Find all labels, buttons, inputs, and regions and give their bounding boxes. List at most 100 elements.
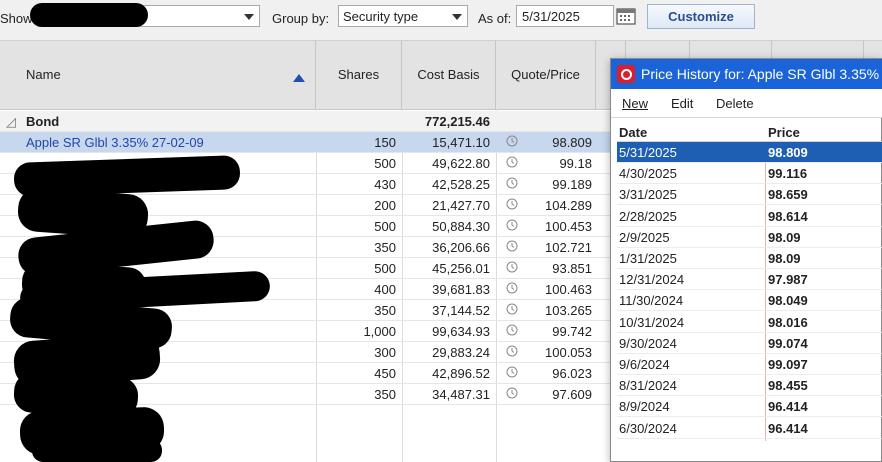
quote-price-value: 99.189 [552,177,592,192]
price-history-row[interactable]: 8/9/2024 96.414 [617,396,882,418]
price-history-row[interactable]: 10/31/2024 98.016 [617,312,882,333]
shares-value: 500 [374,219,396,234]
price-history-row[interactable]: 2/9/2025 98.09 [617,227,882,248]
popup-menu-bar: New Edit Delete [611,89,882,118]
quote-price-value: 100.053 [545,345,592,360]
quote-price-value: 99.742 [552,324,592,339]
quote-price-value: 97.609 [552,387,592,402]
cost-basis-value: 15,471.10 [432,135,490,150]
cost-basis-value: 37,144.52 [432,303,490,318]
price-value: 97.987 [768,272,808,288]
clock-icon[interactable] [506,177,518,189]
price-history-row[interactable]: 9/6/2024 99.097 [617,354,882,375]
menu-edit[interactable]: Edit [671,96,693,111]
cost-basis-value: 42,528.25 [432,177,490,192]
price-value: 98.614 [768,208,808,224]
column-header-cost-basis[interactable]: Cost Basis [402,41,496,109]
shares-value: 500 [374,156,396,171]
price-history-row[interactable]: 1/31/2025 98.09 [617,248,882,269]
menu-delete[interactable]: Delete [716,96,754,111]
price-date: 12/31/2024 [619,272,685,288]
shares-value: 500 [374,261,396,276]
clock-icon[interactable] [506,219,518,231]
column-header-quote-price[interactable]: Quote/Price [496,41,596,109]
price-date: 8/31/2024 [619,378,677,394]
price-date: 11/30/2024 [619,293,684,309]
window-title-bar[interactable]: Price History for: Apple SR Glbl 3.35% [611,59,882,89]
cost-basis-value: 99,634.93 [432,324,490,339]
clock-icon[interactable] [506,324,518,336]
clock-icon[interactable] [506,240,518,252]
shares-value: 450 [374,366,396,381]
clock-icon[interactable] [506,156,518,168]
window-title: Price History for: Apple SR Glbl 3.35% [641,66,880,82]
price-history-row[interactable]: 9/30/2024 99.074 [617,333,882,354]
price-value: 98.016 [768,314,808,330]
price-date: 2/9/2025 [619,229,670,245]
cost-basis-value: 29,883.24 [432,345,490,360]
group-label: Bond [26,114,60,129]
cost-basis-value: 50,884.30 [432,219,490,234]
price-value: 98.049 [768,293,808,309]
quote-price-value: 102.721 [545,240,592,255]
column-header-date[interactable]: Date [619,125,647,140]
column-header-price[interactable]: Price [768,125,800,140]
collapse-chevron-icon[interactable]: ◿ [6,114,16,130]
quote-price-value: 100.463 [545,282,592,297]
redaction [32,439,162,462]
clock-icon[interactable] [506,387,518,399]
as-of-date-value: 5/31/2025 [522,9,580,24]
price-date: 9/30/2024 [619,335,677,351]
price-history-row[interactable]: 4/30/2025 99.116 [617,163,882,185]
price-history-table: Date Price 5/31/2025 98.809 4/30/2025 99.11… [617,121,882,457]
price-value: 99.097 [768,357,808,372]
menu-new[interactable]: New [622,96,648,111]
clock-icon[interactable] [506,135,518,147]
shares-value: 200 [374,198,396,213]
shares-value: 430 [374,177,396,192]
price-date: 9/6/2024 [619,357,670,372]
group-by-dropdown[interactable]: Security type [338,5,468,27]
chevron-down-icon[interactable] [239,6,259,26]
price-value: 99.074 [768,335,808,351]
price-history-row[interactable]: 11/30/2024 98.049 [617,290,882,312]
column-header-shares[interactable]: Shares [316,41,402,109]
price-date: 1/31/2025 [619,251,677,266]
clock-icon[interactable] [506,261,518,273]
price-value: 96.414 [768,399,808,415]
price-history-row[interactable]: 6/30/2024 96.414 [617,418,882,439]
price-history-row[interactable]: 2/28/2025 98.614 [617,206,882,227]
clock-icon[interactable] [506,345,518,357]
cost-basis-value: 39,681.83 [432,282,490,297]
price-date: 3/31/2025 [619,187,677,203]
app-logo-icon [617,65,635,83]
price-date: 8/9/2024 [619,399,670,415]
quote-price-value: 98.809 [552,135,592,150]
price-history-row[interactable]: 5/31/2025 98.809 [617,142,882,163]
cost-basis-value: 34,487.31 [432,387,490,402]
price-history-window: Price History for: Apple SR Glbl 3.35% N… [610,58,882,462]
price-date: 4/30/2025 [619,166,677,182]
calendar-icon[interactable] [615,6,637,26]
clock-icon[interactable] [506,198,518,210]
security-name[interactable]: Apple SR Glbl 3.35% 27-02-09 [26,135,204,150]
clock-icon[interactable] [506,303,518,315]
price-history-row[interactable]: 3/31/2025 98.659 [617,184,882,206]
clock-icon[interactable] [506,366,518,378]
price-value: 98.09 [768,229,801,245]
price-date: 10/31/2024 [619,314,685,330]
customize-button[interactable]: Customize [647,4,755,29]
chevron-down-icon[interactable] [447,6,467,26]
shares-value: 150 [374,135,396,150]
price-history-row[interactable]: 12/31/2024 97.987 [617,269,882,291]
group-cost-basis: 772,215.46 [424,114,490,129]
price-value: 98.809 [768,145,808,160]
redaction [30,3,148,27]
column-header-name[interactable]: Name [0,41,316,109]
clock-icon[interactable] [506,282,518,294]
price-value: 96.414 [768,420,808,436]
price-history-row[interactable]: 8/31/2024 98.455 [617,375,882,397]
as-of-date-field[interactable]: 5/31/2025 [516,5,614,27]
cost-basis-value: 45,256.01 [432,261,490,276]
group-by-label: Group by: [272,11,330,26]
